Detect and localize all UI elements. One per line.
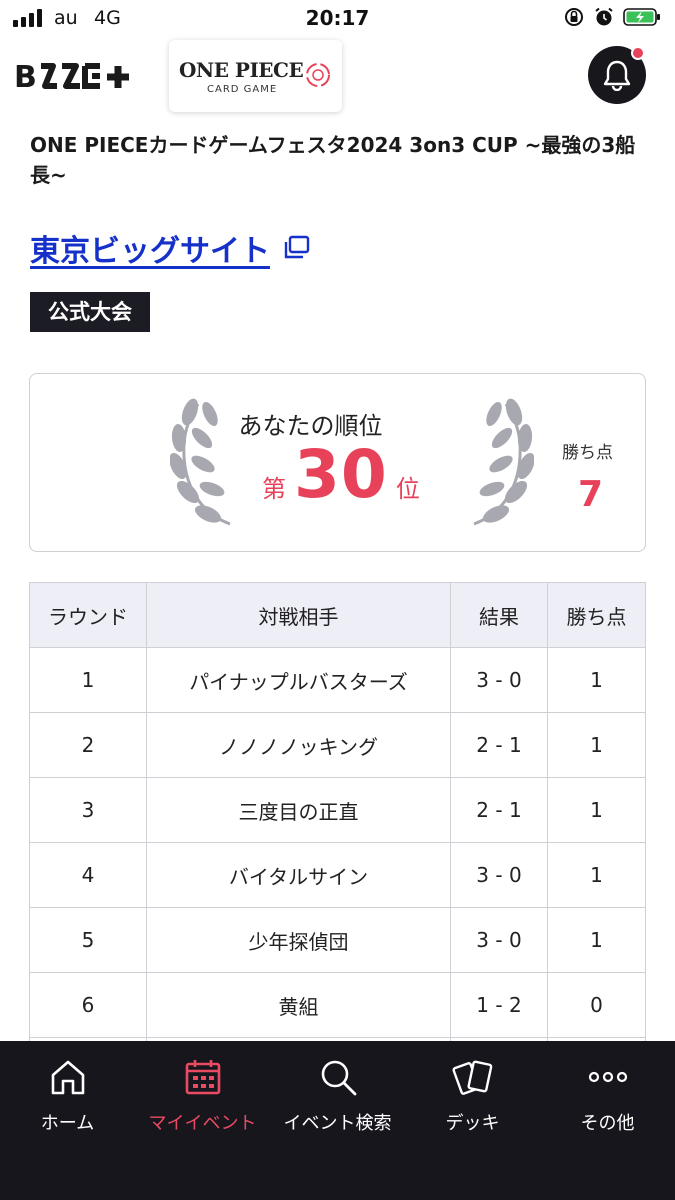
table-header-row: ラウンド 対戦相手 結果 勝ち点: [29, 582, 646, 648]
cell-points: 0: [547, 972, 646, 1038]
event-title: ONE PIECEカードゲームフェスタ2024 3on3 CUP ~最強の3船長…: [30, 133, 636, 187]
rank-suffix: 位: [395, 475, 420, 503]
nav-label-more: その他: [580, 1113, 635, 1134]
rank-value: 30: [294, 436, 388, 513]
cell-result: 3 - 0: [450, 907, 548, 973]
cards-icon: [451, 1060, 492, 1095]
cell-opponent: バイタルサイン: [146, 842, 451, 908]
cell-opponent: 三度目の正直: [146, 777, 451, 843]
table-row: 4 バイタルサイン 3 - 0 1: [29, 842, 646, 908]
rank-card: あなたの順位 第 30 位 勝ち点 7: [29, 373, 646, 552]
table-row: 1 パイナップルバスターズ 3 - 0 1: [29, 647, 646, 713]
nav-label-home: ホーム: [40, 1113, 95, 1134]
nav-item-home[interactable]: ホーム: [0, 1041, 135, 1151]
orientation-lock-icon: [565, 8, 583, 26]
rank-display: 第 30 位: [262, 436, 420, 513]
header-points: 勝ち点: [547, 582, 646, 648]
calendar-icon: [185, 1060, 220, 1095]
table-row: 3 三度目の正直 2 - 1 1: [29, 777, 646, 843]
logo-emblem-icon: [306, 63, 330, 87]
cell-points: 1: [547, 842, 646, 908]
notification-button[interactable]: [588, 46, 646, 104]
app-header: B ONE PIECE CARD GAME: [0, 38, 675, 114]
notification-badge: [631, 46, 645, 60]
alarm-icon: [595, 7, 613, 26]
cell-round: 4: [29, 842, 147, 908]
nav-item-event-search[interactable]: イベント検索: [270, 1041, 405, 1151]
nav-label-deck: デッキ: [445, 1113, 500, 1134]
table-row: 5 少年探偵団 3 - 0 1: [29, 907, 646, 973]
nav-item-more[interactable]: その他: [540, 1041, 675, 1151]
cell-opponent: 黄組: [146, 972, 451, 1038]
cell-round: 1: [29, 647, 147, 713]
points-value: 7: [578, 474, 604, 515]
nav-item-my-events[interactable]: マイイベント: [135, 1041, 270, 1151]
search-icon: [321, 1060, 356, 1096]
nav-label-my-events: マイイベント: [148, 1113, 257, 1134]
rank-prefix: 第: [262, 475, 286, 503]
external-link-icon[interactable]: [282, 235, 310, 261]
cell-opponent: 少年探偵団: [146, 907, 451, 973]
header-round: ラウンド: [29, 582, 147, 648]
table-row: 6 黄組 1 - 2 0: [29, 972, 646, 1038]
header-result: 結果: [450, 582, 548, 648]
home-icon: [51, 1060, 84, 1095]
status-bar: au 4G 20:17: [0, 0, 675, 38]
btcg-logo[interactable]: B: [14, 58, 140, 102]
cell-points: 1: [547, 777, 646, 843]
cell-result: 3 - 0: [450, 842, 548, 908]
event-category-tag: 公式大会: [30, 292, 150, 332]
venue-link[interactable]: 東京ビッグサイト: [30, 226, 270, 270]
cell-opponent: パイナップルバスターズ: [146, 647, 451, 713]
nav-label-event-search: イベント検索: [283, 1113, 392, 1134]
bell-icon: [603, 60, 631, 91]
one-piece-card-game-logo[interactable]: ONE PIECE CARD GAME: [169, 40, 342, 112]
cell-points: 1: [547, 712, 646, 778]
nav-item-deck[interactable]: デッキ: [405, 1041, 540, 1151]
cell-points: 1: [547, 907, 646, 973]
cell-round: 6: [29, 972, 147, 1038]
points-label: 勝ち点: [562, 443, 613, 463]
bottom-navigation: ホーム マイイベント イベント検索 デッキ その他: [0, 1041, 675, 1200]
battery-icon: [623, 8, 660, 26]
cell-result: 2 - 1: [450, 777, 548, 843]
cell-result: 1 - 2: [450, 972, 548, 1038]
results-table: ラウンド 対戦相手 結果 勝ち点 1 パイナップルバスターズ 3 - 0 1 2…: [29, 582, 646, 1103]
table-row: 2 ノノノノッキング 2 - 1 1: [29, 712, 646, 778]
cell-result: 2 - 1: [450, 712, 548, 778]
game-logo-subtitle: CARD GAME: [207, 84, 278, 95]
cell-points: 1: [547, 647, 646, 713]
header-opponent: 対戦相手: [146, 582, 451, 648]
cell-round: 3: [29, 777, 147, 843]
cell-opponent: ノノノノッキング: [146, 712, 451, 778]
venue-row: 東京ビッグサイト: [30, 226, 310, 270]
more-icon: [588, 1071, 627, 1083]
cell-round: 5: [29, 907, 147, 973]
cell-result: 3 - 0: [450, 647, 548, 713]
cell-round: 2: [29, 712, 147, 778]
svg-text:B: B: [14, 60, 35, 94]
game-logo-title: ONE PIECE: [179, 58, 304, 82]
